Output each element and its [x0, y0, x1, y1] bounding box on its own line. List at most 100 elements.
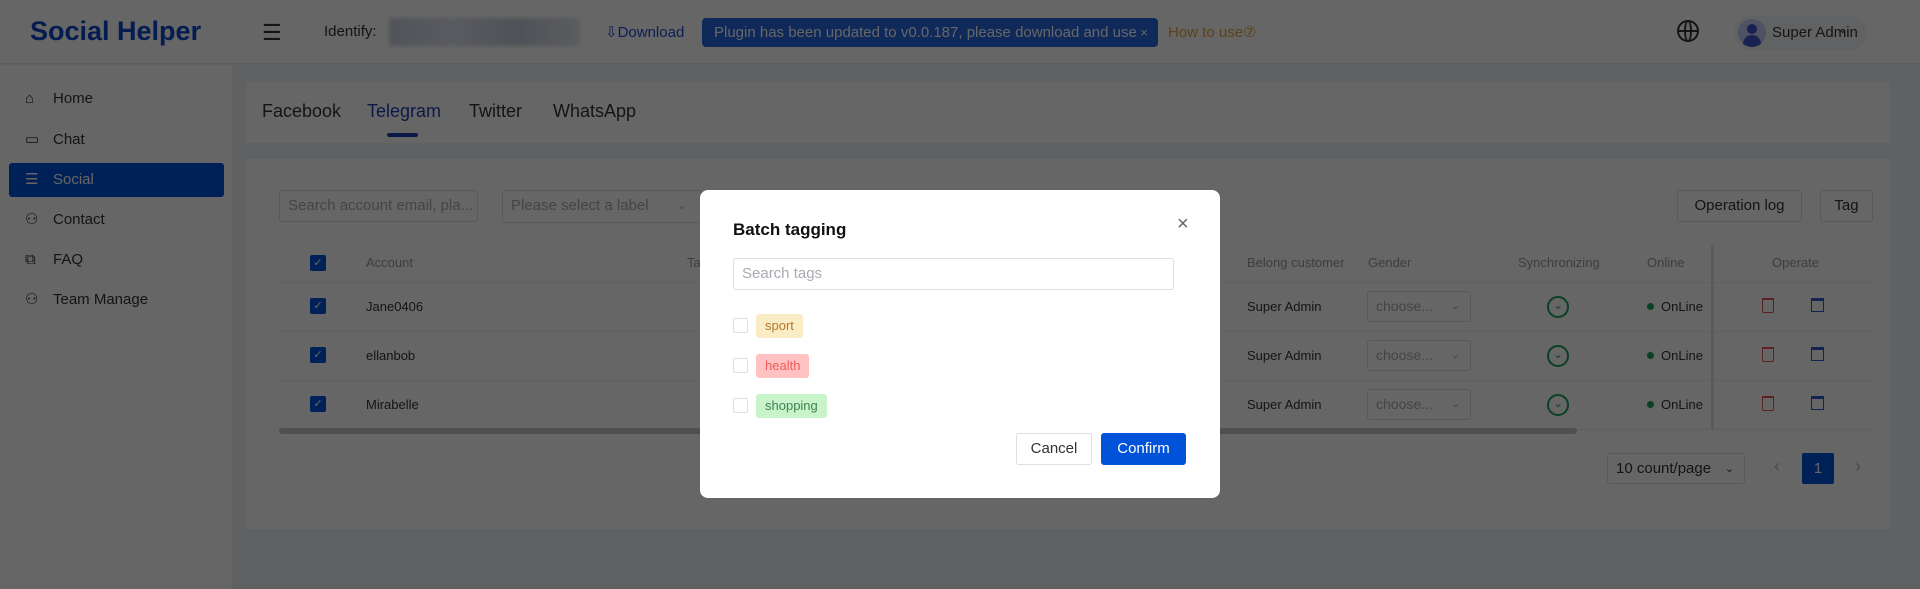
- customer-cell: Super Admin: [1247, 299, 1322, 314]
- cancel-button[interactable]: Cancel: [1016, 433, 1092, 465]
- tag-checkbox-shopping[interactable]: [733, 398, 748, 413]
- column-header-online: Online: [1647, 255, 1685, 270]
- update-banner: Plugin has been updated to v0.0.187, ple…: [702, 18, 1158, 47]
- chevron-down-icon: ⌄: [1450, 300, 1460, 312]
- label-select[interactable]: Please select a label ⌄: [502, 190, 702, 223]
- account-search-input[interactable]: Search account email, pla...: [279, 190, 478, 222]
- account-cell: Mirabelle: [366, 397, 419, 412]
- chat-icon: ▭: [25, 131, 40, 148]
- dialog-title: Batch tagging: [733, 220, 847, 239]
- online-cell: OnLine: [1661, 299, 1703, 314]
- sidebar-item-home[interactable]: ⌂ Home: [9, 82, 224, 116]
- label-select-placeholder: Please select a label: [511, 197, 649, 214]
- sync-check-icon: ⌄: [1547, 345, 1569, 367]
- banner-close-icon[interactable]: ×: [1140, 18, 1148, 47]
- tab-telegram[interactable]: Telegram: [367, 101, 441, 122]
- sidebar-item-team-manage[interactable]: ⚇ Team Manage: [9, 283, 224, 317]
- tag-button[interactable]: Tag: [1820, 190, 1873, 222]
- next-page-button[interactable]: ›: [1855, 456, 1861, 477]
- column-header-synchronizing: Synchronizing: [1518, 255, 1600, 270]
- sidebar-item-label: Home: [53, 90, 94, 107]
- page-1-button[interactable]: 1: [1802, 453, 1834, 484]
- tag-checkbox-sport[interactable]: [733, 318, 748, 333]
- hamburger-menu-icon[interactable]: ☰: [262, 20, 282, 46]
- active-tab-indicator: [387, 133, 418, 137]
- chevron-down-icon: ⌄: [677, 200, 687, 212]
- online-cell: OnLine: [1661, 348, 1703, 363]
- delete-icon[interactable]: [1762, 347, 1774, 362]
- sidebar-item-label: Chat: [53, 131, 85, 148]
- page-size-select[interactable]: 10 count/page ⌄: [1607, 453, 1745, 484]
- delete-icon[interactable]: [1762, 298, 1774, 313]
- cloud-download-icon: ⇩: [605, 24, 618, 41]
- delete-icon[interactable]: [1762, 396, 1774, 411]
- sidebar-item-label: FAQ: [53, 251, 84, 268]
- how-to-use-link[interactable]: How to use⑦: [1168, 23, 1256, 41]
- gender-placeholder: choose...: [1376, 396, 1433, 412]
- chevron-down-icon: ⌄: [1724, 463, 1734, 475]
- column-header-gender: Gender: [1368, 255, 1412, 270]
- chevron-down-icon: ⌄: [1450, 398, 1460, 410]
- sidebar-item-social[interactable]: ☰ Social: [9, 163, 224, 197]
- language-globe-icon[interactable]: [1677, 20, 1699, 42]
- sidebar-item-faq[interactable]: ⧉ FAQ: [9, 243, 224, 277]
- gender-placeholder: choose...: [1376, 347, 1433, 363]
- contact-icon: ⚇: [25, 211, 39, 228]
- download-link[interactable]: ⇩Download: [605, 23, 684, 41]
- sync-check-icon: ⌄: [1547, 296, 1569, 318]
- online-status-dot: [1647, 401, 1654, 408]
- tab-whatsapp[interactable]: WhatsApp: [553, 101, 636, 122]
- online-status-dot: [1647, 303, 1654, 310]
- gender-select[interactable]: choose... ⌄: [1367, 340, 1471, 371]
- gender-select[interactable]: choose... ⌄: [1367, 389, 1471, 420]
- tag-search-input[interactable]: Search tags: [733, 258, 1174, 290]
- row-checkbox[interactable]: ✓: [310, 347, 326, 363]
- sidebar-item-contact[interactable]: ⚇ Contact: [9, 203, 224, 237]
- gender-placeholder: choose...: [1376, 298, 1433, 314]
- tag-checkbox-health[interactable]: [733, 358, 748, 373]
- app-logo: Social Helper: [30, 16, 202, 46]
- page-size-value: 10 count/page: [1616, 460, 1712, 477]
- column-header-tag: Ta: [687, 255, 701, 270]
- select-all-checkbox[interactable]: ✓: [310, 255, 326, 271]
- sidebar-item-label: Social: [53, 171, 94, 188]
- details-icon[interactable]: [1811, 396, 1824, 410]
- identify-label: Identify:: [324, 23, 377, 40]
- operation-log-button[interactable]: Operation log: [1677, 190, 1802, 222]
- tag-sport: sport: [756, 314, 803, 338]
- banner-text: Plugin has been updated to v0.0.187, ple…: [714, 24, 1137, 41]
- chevron-down-icon[interactable]: ⌄: [1838, 22, 1848, 36]
- account-cell: Jane0406: [366, 299, 424, 314]
- identify-value-blurred: [389, 18, 580, 46]
- gender-select[interactable]: choose... ⌄: [1367, 291, 1471, 322]
- download-label: Download: [617, 24, 685, 41]
- online-cell: OnLine: [1661, 397, 1703, 412]
- online-status-dot: [1647, 352, 1654, 359]
- customer-cell: Super Admin: [1247, 397, 1322, 412]
- details-icon[interactable]: [1811, 347, 1824, 361]
- account-cell: ellanbob: [366, 348, 416, 363]
- avatar: [1738, 19, 1766, 47]
- sidebar-item-label: Contact: [53, 211, 105, 228]
- tag-shopping: shopping: [756, 394, 827, 418]
- prev-page-button[interactable]: ‹: [1774, 456, 1780, 477]
- customer-cell: Super Admin: [1247, 348, 1322, 363]
- list-icon: ☰: [25, 171, 39, 188]
- close-icon[interactable]: ×: [1177, 213, 1189, 236]
- row-checkbox[interactable]: ✓: [310, 396, 326, 412]
- sidebar-item-chat[interactable]: ▭ Chat: [9, 123, 224, 157]
- tab-facebook[interactable]: Facebook: [262, 101, 341, 122]
- tag-health: health: [756, 354, 810, 378]
- sidebar-item-label: Team Manage: [53, 291, 149, 308]
- fixed-column-shadow: [1711, 245, 1714, 430]
- sync-check-icon: ⌄: [1547, 394, 1569, 416]
- confirm-button[interactable]: Confirm: [1101, 433, 1186, 465]
- tab-twitter[interactable]: Twitter: [469, 101, 522, 122]
- column-header-operate: Operate: [1772, 255, 1819, 270]
- row-checkbox[interactable]: ✓: [310, 298, 326, 314]
- details-icon[interactable]: [1811, 298, 1824, 312]
- column-header-account: Account: [366, 255, 413, 270]
- faq-icon: ⧉: [25, 251, 36, 268]
- column-header-belong-customer: Belong customer: [1247, 255, 1345, 270]
- chevron-down-icon: ⌄: [1450, 349, 1460, 361]
